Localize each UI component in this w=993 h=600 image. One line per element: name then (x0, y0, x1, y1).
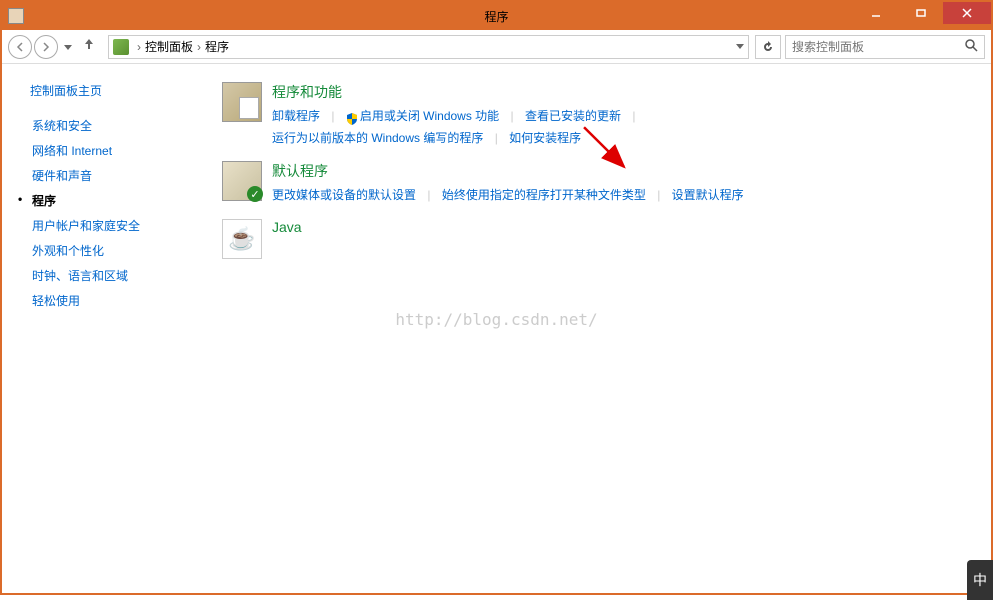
search-input[interactable] (792, 40, 965, 54)
chevron-down-icon[interactable] (736, 44, 744, 50)
category-default-programs: 默认程序 更改媒体或设备的默认设置 | 始终使用指定的程序打开某种文件类型 | … (222, 161, 971, 207)
java-icon: ☕ (222, 219, 262, 259)
chevron-right-icon: › (197, 40, 201, 54)
chevron-right-icon: › (137, 40, 141, 54)
link-view-updates[interactable]: 查看已安装的更新 (525, 109, 621, 123)
main-content: 程序和功能 卸载程序 | 启用或关闭 Windows 功能 | 查看已安装的更新… (202, 64, 991, 591)
navigation-bar: › 控制面板 › 程序 (2, 30, 991, 64)
category-java: ☕ Java (222, 219, 971, 259)
control-panel-icon (113, 39, 129, 55)
sidebar: 控制面板主页 系统和安全 网络和 Internet 硬件和声音 程序 用户帐户和… (2, 64, 202, 591)
close-button[interactable] (943, 2, 991, 24)
sidebar-item-ease[interactable]: 轻松使用 (30, 292, 202, 309)
link-file-associations[interactable]: 始终使用指定的程序打开某种文件类型 (442, 188, 646, 202)
sidebar-item-appearance[interactable]: 外观和个性化 (30, 242, 202, 259)
sidebar-item-accounts[interactable]: 用户帐户和家庭安全 (30, 217, 202, 234)
ime-indicator[interactable]: 中 (967, 560, 993, 600)
breadcrumb-root[interactable]: 控制面板 (145, 38, 193, 55)
history-dropdown-icon[interactable] (64, 38, 72, 56)
sidebar-item-system[interactable]: 系统和安全 (30, 117, 202, 134)
category-title-programs[interactable]: 程序和功能 (272, 82, 971, 102)
minimize-button[interactable] (853, 2, 898, 24)
forward-button[interactable] (34, 35, 58, 59)
sidebar-item-hardware[interactable]: 硬件和声音 (30, 167, 202, 184)
window-title: 程序 (484, 8, 508, 25)
breadcrumb-current[interactable]: 程序 (205, 38, 229, 55)
sidebar-item-network[interactable]: 网络和 Internet (30, 142, 202, 159)
breadcrumb[interactable]: › 控制面板 › 程序 (108, 35, 749, 59)
programs-features-icon (222, 82, 262, 122)
maximize-button[interactable] (898, 2, 943, 24)
category-programs-features: 程序和功能 卸载程序 | 启用或关闭 Windows 功能 | 查看已安装的更新… (222, 82, 971, 149)
link-uninstall[interactable]: 卸载程序 (272, 109, 320, 123)
titlebar: 程序 (2, 2, 991, 30)
shield-icon (346, 111, 358, 123)
link-set-defaults[interactable]: 设置默认程序 (672, 188, 744, 202)
back-button[interactable] (8, 35, 32, 59)
category-title-java[interactable]: Java (272, 219, 971, 235)
sidebar-item-clock[interactable]: 时钟、语言和区域 (30, 267, 202, 284)
up-button[interactable] (82, 37, 96, 56)
link-how-to-install[interactable]: 如何安装程序 (509, 131, 581, 145)
search-box[interactable] (785, 35, 985, 59)
app-icon (8, 8, 24, 24)
default-programs-icon (222, 161, 262, 201)
sidebar-item-programs[interactable]: 程序 (30, 192, 202, 209)
search-icon (965, 39, 978, 55)
refresh-button[interactable] (755, 35, 781, 59)
link-compatibility[interactable]: 运行为以前版本的 Windows 编写的程序 (272, 131, 483, 145)
category-title-defaults[interactable]: 默认程序 (272, 161, 971, 181)
link-media-defaults[interactable]: 更改媒体或设备的默认设置 (272, 188, 416, 202)
sidebar-home-link[interactable]: 控制面板主页 (30, 82, 202, 99)
link-windows-features[interactable]: 启用或关闭 Windows 功能 (360, 109, 499, 123)
